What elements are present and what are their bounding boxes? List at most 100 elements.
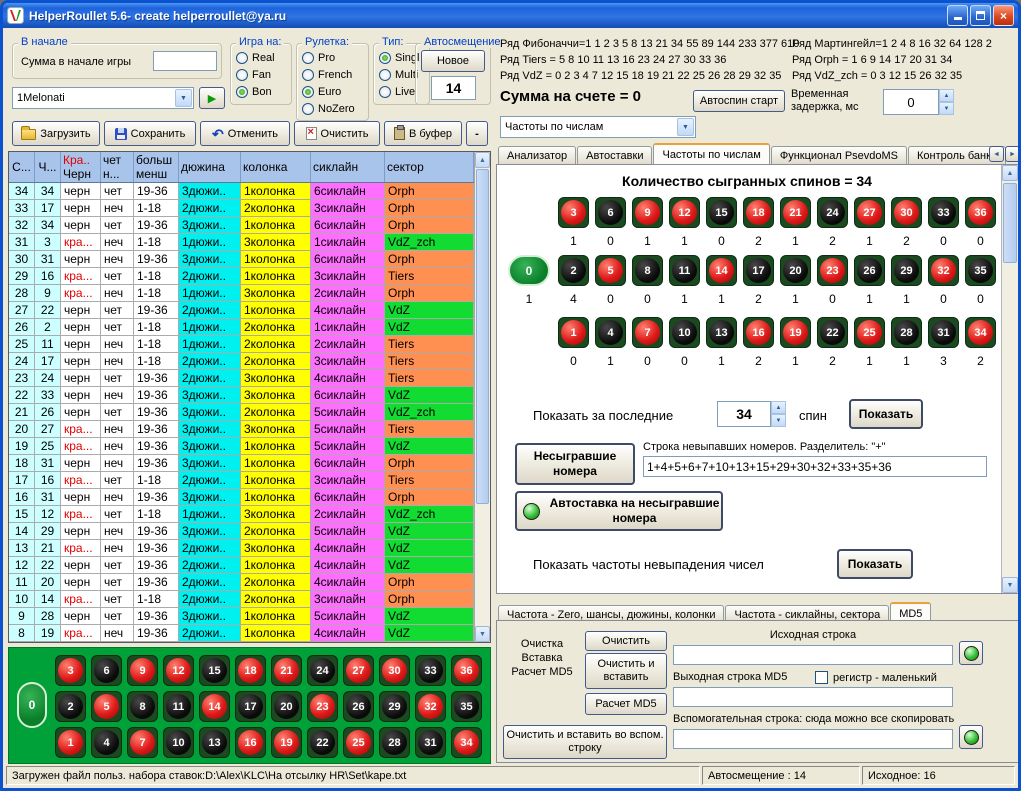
number-chip-25[interactable]: 25 (854, 317, 885, 348)
number-chip-21[interactable]: 21 (271, 655, 302, 686)
number-chip-1[interactable]: 1 (55, 727, 86, 758)
number-chip-11[interactable]: 11 (669, 255, 700, 286)
radio-french[interactable]: French (302, 66, 366, 83)
number-chip-16[interactable]: 16 (743, 317, 774, 348)
number-chip-2[interactable]: 2 (558, 255, 589, 286)
number-chip-35[interactable]: 35 (965, 255, 996, 286)
mode-select[interactable]: Частоты по числам ▼ (500, 116, 696, 138)
radio-bon[interactable]: Bon (236, 83, 289, 100)
table-row[interactable]: 2916кра...чет1-182дюжи..1колонка3сиклайн… (9, 268, 474, 285)
number-chip-9[interactable]: 9 (127, 655, 158, 686)
table-row[interactable]: 1716кра...чет1-182дюжи..1колонка3сиклайн… (9, 472, 474, 489)
md5-clear-paste-aux-button[interactable]: Очистить и вставить во вспом. строку (503, 725, 667, 759)
autobet-missed-button[interactable]: Автоставка на несыгравшие номера (515, 491, 723, 531)
number-chip-13[interactable]: 13 (706, 317, 737, 348)
scroll-thumb[interactable] (476, 169, 489, 504)
maximize-button[interactable] (970, 5, 991, 26)
number-chip-22[interactable]: 22 (307, 727, 338, 758)
table-row[interactable]: 2233черннеч19-363дюжи..3колонка6сиклайнV… (9, 387, 474, 404)
number-chip-35[interactable]: 35 (451, 691, 482, 722)
table-row[interactable]: 1429черннеч19-363дюжи..2колонка5сиклайнV… (9, 523, 474, 540)
freq-missing-show-button[interactable]: Показать (837, 549, 913, 579)
tab-Анализатор[interactable]: Анализатор (498, 146, 576, 164)
scroll-up-icon[interactable]: ▲ (475, 152, 490, 168)
tab-Функционал PsevdoMS[interactable]: Функционал PsevdoMS (771, 146, 907, 164)
number-chip-17[interactable]: 17 (235, 691, 266, 722)
number-chip-33[interactable]: 33 (928, 197, 959, 228)
preset-select[interactable]: 1Melonati ▼ (12, 87, 194, 109)
number-chip-29[interactable]: 29 (379, 691, 410, 722)
number-chip-30[interactable]: 30 (891, 197, 922, 228)
aux-string-input[interactable] (673, 729, 953, 749)
undo-button[interactable]: ↶Отменить (200, 121, 290, 146)
save-button[interactable]: Сохранить (104, 121, 196, 146)
number-chip-30[interactable]: 30 (379, 655, 410, 686)
tab-Автоставки[interactable]: Автоставки (577, 146, 652, 164)
table-row[interactable]: 3317черннеч1-182дюжи..2колонка3сиклайнOr… (9, 200, 474, 217)
spinner-up-icon[interactable]: ▲ (771, 401, 786, 414)
table-scrollbar[interactable]: ▲ ▼ (474, 152, 490, 642)
table-row[interactable]: 289кра...неч1-181дюжи..3колонка2сиклайнO… (9, 285, 474, 302)
chevron-down-icon[interactable]: ▼ (677, 118, 694, 136)
chevron-down-icon[interactable]: ▼ (175, 89, 192, 107)
number-chip-17[interactable]: 17 (743, 255, 774, 286)
table-row[interactable]: 1512кра...чет1-181дюжи..3колонка2сиклайн… (9, 506, 474, 523)
number-chip-22[interactable]: 22 (817, 317, 848, 348)
play-button[interactable]: ▶ (199, 87, 225, 109)
table-row[interactable]: 3434чернчет19-363дюжи..1колонка6сиклайнO… (9, 183, 474, 200)
md5-calc-button[interactable]: Расчет MD5 (585, 693, 667, 715)
number-chip-20[interactable]: 20 (780, 255, 811, 286)
number-chip-26[interactable]: 26 (854, 255, 885, 286)
copy-buffer-button[interactable]: В буфер (384, 121, 462, 146)
radio-nozero[interactable]: NoZero (302, 100, 366, 117)
number-chip-34[interactable]: 34 (965, 317, 996, 348)
start-sum-input[interactable] (153, 51, 217, 71)
missed-numbers-input[interactable] (643, 456, 987, 477)
number-chip-6[interactable]: 6 (91, 655, 122, 686)
number-chip-8[interactable]: 8 (632, 255, 663, 286)
number-chip-3[interactable]: 3 (558, 197, 589, 228)
table-row[interactable]: 2417черннеч1-182дюжи..2колонка3сиклайнTi… (9, 353, 474, 370)
number-chip-14[interactable]: 14 (199, 691, 230, 722)
minimize-button[interactable] (947, 5, 968, 26)
number-chip-18[interactable]: 18 (235, 655, 266, 686)
number-chip-10[interactable]: 10 (669, 317, 700, 348)
table-row[interactable]: 1120чернчет19-362дюжи..2колонка4сиклайнO… (9, 574, 474, 591)
table-row[interactable]: 1831черннеч19-363дюжи..1колонка6сиклайнO… (9, 455, 474, 472)
number-chip-13[interactable]: 13 (199, 727, 230, 758)
number-chip-16[interactable]: 16 (235, 727, 266, 758)
radio-euro[interactable]: Euro (302, 83, 366, 100)
number-chip-1[interactable]: 1 (558, 317, 589, 348)
number-chip-32[interactable]: 32 (415, 691, 446, 722)
register-checkbox[interactable] (815, 671, 828, 684)
number-chip-0[interactable]: 0 (17, 682, 47, 728)
table-row[interactable]: 1321кра...неч19-362дюжи..3колонка4сиклай… (9, 540, 474, 557)
number-chip-23[interactable]: 23 (307, 691, 338, 722)
table-row[interactable]: 1631черннеч19-363дюжи..1колонка6сиклайнO… (9, 489, 474, 506)
close-button[interactable]: × (993, 5, 1014, 26)
tab-Частоты по числам[interactable]: Частоты по числам (653, 143, 769, 164)
number-chip-24[interactable]: 24 (307, 655, 338, 686)
source-led-button[interactable] (959, 641, 983, 665)
number-chip-29[interactable]: 29 (891, 255, 922, 286)
show-button[interactable]: Показать (849, 399, 923, 429)
number-chip-4[interactable]: 4 (91, 727, 122, 758)
radio-real[interactable]: Real (236, 49, 289, 66)
minus-button[interactable]: - (466, 121, 488, 146)
radio-pro[interactable]: Pro (302, 49, 366, 66)
number-chip-20[interactable]: 20 (271, 691, 302, 722)
table-row[interactable]: 262чернчет1-181дюжи..2колонка1сиклайнVdZ (9, 319, 474, 336)
output-string-input[interactable] (673, 687, 953, 707)
table-row[interactable]: 3234чернчет19-363дюжи..1колонка6сиклайнO… (9, 217, 474, 234)
table-row[interactable]: 2027кра...неч19-363дюжи..3колонка5сиклай… (9, 421, 474, 438)
number-chip-36[interactable]: 36 (451, 655, 482, 686)
number-chip-36[interactable]: 36 (965, 197, 996, 228)
scroll-down-icon[interactable]: ▼ (475, 626, 490, 642)
number-chip-6[interactable]: 6 (595, 197, 626, 228)
md5-clear-button[interactable]: Очистить (585, 631, 667, 651)
spinner-up-icon[interactable]: ▲ (939, 89, 954, 102)
number-chip-28[interactable]: 28 (891, 317, 922, 348)
table-row[interactable]: 2126чернчет19-363дюжи..2колонка5сиклайнV… (9, 404, 474, 421)
number-chip-21[interactable]: 21 (780, 197, 811, 228)
number-chip-28[interactable]: 28 (379, 727, 410, 758)
